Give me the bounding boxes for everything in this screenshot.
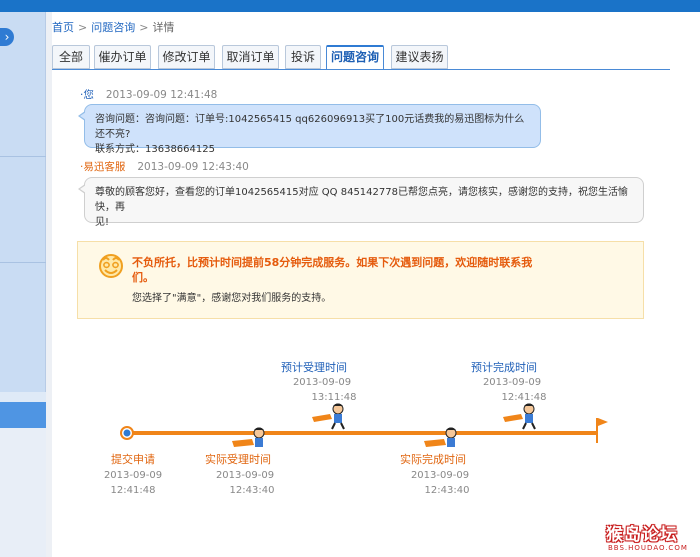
running-mascot-icon [312, 403, 345, 430]
timeline-expected-accept-time: 13:11:48 [311, 392, 357, 403]
timeline-actual-finish-time: 12:43:40 [424, 485, 470, 496]
running-mascot-icon [232, 427, 265, 447]
timeline-submit-date: 2013-09-09 [103, 470, 163, 481]
watermark-title: 猴岛论坛 [606, 525, 678, 545]
timeline-submit-label: 提交申请 [111, 453, 155, 466]
timeline-flag-icon [598, 418, 608, 426]
timeline-submit-time: 12:41:48 [110, 485, 156, 496]
watermark-url: BBS.HOUDAO.COM [608, 544, 688, 552]
timeline-actual-finish-label: 实际完成时间 [400, 453, 466, 466]
timeline-track [127, 431, 597, 435]
site-watermark: 猴岛论坛 BBS.HOUDAO.COM [606, 520, 696, 556]
running-mascot-icon [424, 427, 457, 447]
timeline-actual-accept-label: 实际受理时间 [205, 453, 271, 466]
running-mascot-icon [503, 403, 536, 430]
timeline-expected-finish-label: 预计完成时间 [471, 361, 537, 374]
timeline-expected-finish-time: 12:41:48 [501, 392, 547, 403]
timeline-expected-accept-label: 预计受理时间 [281, 361, 347, 374]
timeline-expected-finish-date: 2013-09-09 [482, 377, 542, 388]
timeline-expected-accept-date: 2013-09-09 [292, 377, 352, 388]
timeline-start-core [123, 429, 131, 437]
timeline-actual-finish-date: 2013-09-09 [410, 470, 470, 481]
timeline-actual-accept-date: 2013-09-09 [215, 470, 275, 481]
timeline-actual-accept-time: 12:43:40 [229, 485, 275, 496]
